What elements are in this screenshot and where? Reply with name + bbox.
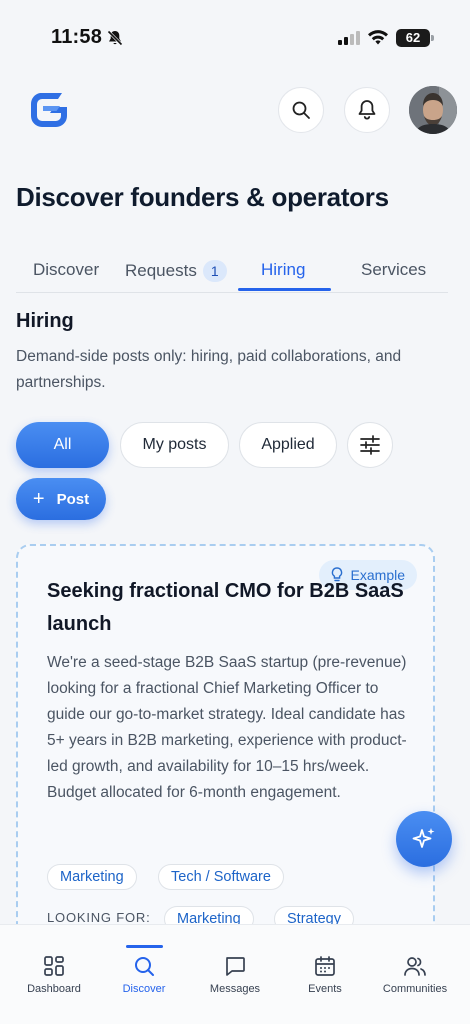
bell-icon: [358, 100, 376, 120]
tab-hiring[interactable]: Hiring: [261, 260, 305, 280]
nav-discover-label: Discover: [122, 983, 166, 995]
ai-assistant-button[interactable]: [396, 811, 452, 867]
sparkles-icon: [412, 828, 435, 848]
wifi-icon: [368, 30, 388, 45]
active-tab-indicator: [238, 288, 331, 291]
app-logo[interactable]: [30, 90, 70, 130]
tab-requests[interactable]: Requests 1: [125, 260, 227, 282]
section-description: Demand-side posts only: hiring, paid col…: [16, 348, 402, 391]
tab-requests-label: Requests: [125, 261, 197, 280]
grid-icon: [44, 956, 64, 976]
nav-messages[interactable]: Messages: [190, 955, 280, 995]
sliders-icon: [360, 435, 380, 455]
filter-applied-chip[interactable]: Applied: [239, 422, 337, 468]
new-post-button[interactable]: + Post: [16, 478, 106, 520]
post-description: We're a seed-stage B2B SaaS startup (pre…: [47, 654, 407, 801]
battery-indicator: 62: [396, 29, 434, 47]
post-tag[interactable]: Marketing: [47, 864, 137, 890]
search-icon: [292, 101, 310, 119]
plus-icon: +: [32, 487, 45, 510]
tab-services[interactable]: Services: [361, 260, 426, 280]
nav-events-label: Events: [308, 983, 342, 995]
people-icon: [404, 957, 426, 976]
post-card[interactable]: Example Seeking fractional CMO for B2B S…: [16, 544, 435, 944]
filter-my-posts-chip[interactable]: My posts: [120, 422, 229, 468]
nav-messages-label: Messages: [209, 983, 261, 995]
nav-discover[interactable]: Discover: [99, 955, 189, 995]
status-bar: 11:58 62: [0, 0, 470, 76]
signal-icon: [338, 31, 360, 45]
filter-all-chip[interactable]: All: [16, 422, 109, 468]
tab-discover[interactable]: Discover: [33, 260, 99, 280]
nav-communities-label: Communities: [382, 983, 448, 995]
bell-muted-icon: [107, 30, 123, 46]
filter-settings-button[interactable]: [347, 422, 393, 468]
post-title: Seeking fractional CMO for B2B SaaS laun…: [47, 580, 404, 635]
search-button[interactable]: [278, 87, 324, 133]
page-title: Discover founders & operators: [16, 182, 389, 212]
message-icon: [226, 957, 245, 976]
post-tag[interactable]: Tech / Software: [158, 864, 284, 890]
nav-dashboard-label: Dashboard: [27, 983, 81, 995]
bottom-nav: Dashboard Discover Messages Events Commu…: [0, 924, 470, 1024]
search-icon: [135, 957, 154, 976]
notifications-button[interactable]: [344, 87, 390, 133]
nav-communities[interactable]: Communities: [370, 955, 460, 995]
requests-count-badge: 1: [202, 260, 227, 282]
nav-dashboard[interactable]: Dashboard: [9, 955, 99, 995]
looking-for-label: LOOKING FOR:: [47, 910, 151, 925]
nav-events[interactable]: Events: [280, 955, 370, 995]
calendar-icon: [315, 956, 335, 976]
post-button-label: Post: [56, 490, 90, 508]
avatar[interactable]: [409, 86, 457, 134]
status-time: 11:58: [51, 26, 103, 48]
avatar-photo: [409, 86, 457, 134]
section-title: Hiring: [16, 310, 74, 332]
tab-bar: Discover Requests 1 Hiring Services: [16, 250, 448, 293]
active-nav-indicator: [126, 945, 163, 948]
